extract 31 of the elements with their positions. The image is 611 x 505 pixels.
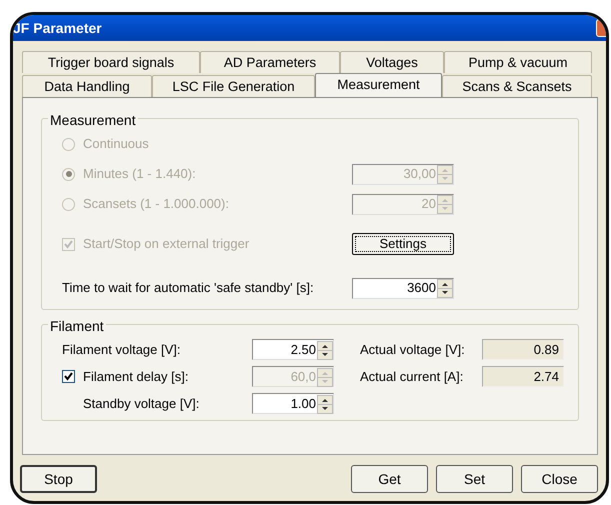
- radio-label: Continuous: [83, 135, 149, 154]
- tab[interactable]: LSC File Generation: [152, 75, 315, 97]
- field-label: Filament voltage [V]:: [62, 340, 180, 359]
- tab[interactable]: Trigger board signals: [22, 51, 200, 73]
- spinner-arrows-icon[interactable]: [317, 393, 333, 414]
- dialog-button[interactable]: Set: [436, 465, 513, 493]
- spinner-arrows-icon[interactable]: [317, 339, 333, 360]
- field-label: Standby voltage [V]:: [83, 394, 200, 413]
- readout-field: 0.89: [482, 339, 564, 360]
- tab[interactable]: Pump & vacuum: [444, 51, 592, 73]
- field-label: Time to wait for automatic 'safe standby' [s]:: [62, 279, 314, 298]
- readout-label: Actual voltage [V]:: [360, 340, 466, 359]
- dialog-button[interactable]: Get: [351, 465, 428, 493]
- window-title: JF Parameter: [13, 18, 102, 38]
- spin-field[interactable]: 1.00: [252, 393, 334, 414]
- checkbox-label: Filament delay [s]:: [83, 368, 188, 386]
- spin-field[interactable]: 2.50: [252, 339, 334, 360]
- radio-label: Minutes (1 - 1.440):: [83, 165, 196, 184]
- dialog-button[interactable]: Stop: [20, 465, 97, 493]
- readout-field: 2.74: [482, 366, 564, 387]
- radio-label: Scansets (1 - 1.000.000):: [83, 195, 229, 214]
- tab[interactable]: Measurement: [315, 73, 442, 97]
- spin-field[interactable]: 3600: [352, 278, 454, 298]
- tab[interactable]: AD Parameters: [200, 51, 340, 73]
- tab[interactable]: Voltages: [340, 51, 444, 73]
- tab[interactable]: Scans & Scansets: [442, 75, 592, 97]
- spinner-arrows-icon[interactable]: [437, 278, 453, 298]
- tab[interactable]: Data Handling: [22, 75, 152, 97]
- checkbox-label: Start/Stop on external trigger: [83, 235, 250, 254]
- dialog-button[interactable]: Close: [521, 465, 598, 493]
- readout-label: Actual current [A]:: [360, 368, 464, 386]
